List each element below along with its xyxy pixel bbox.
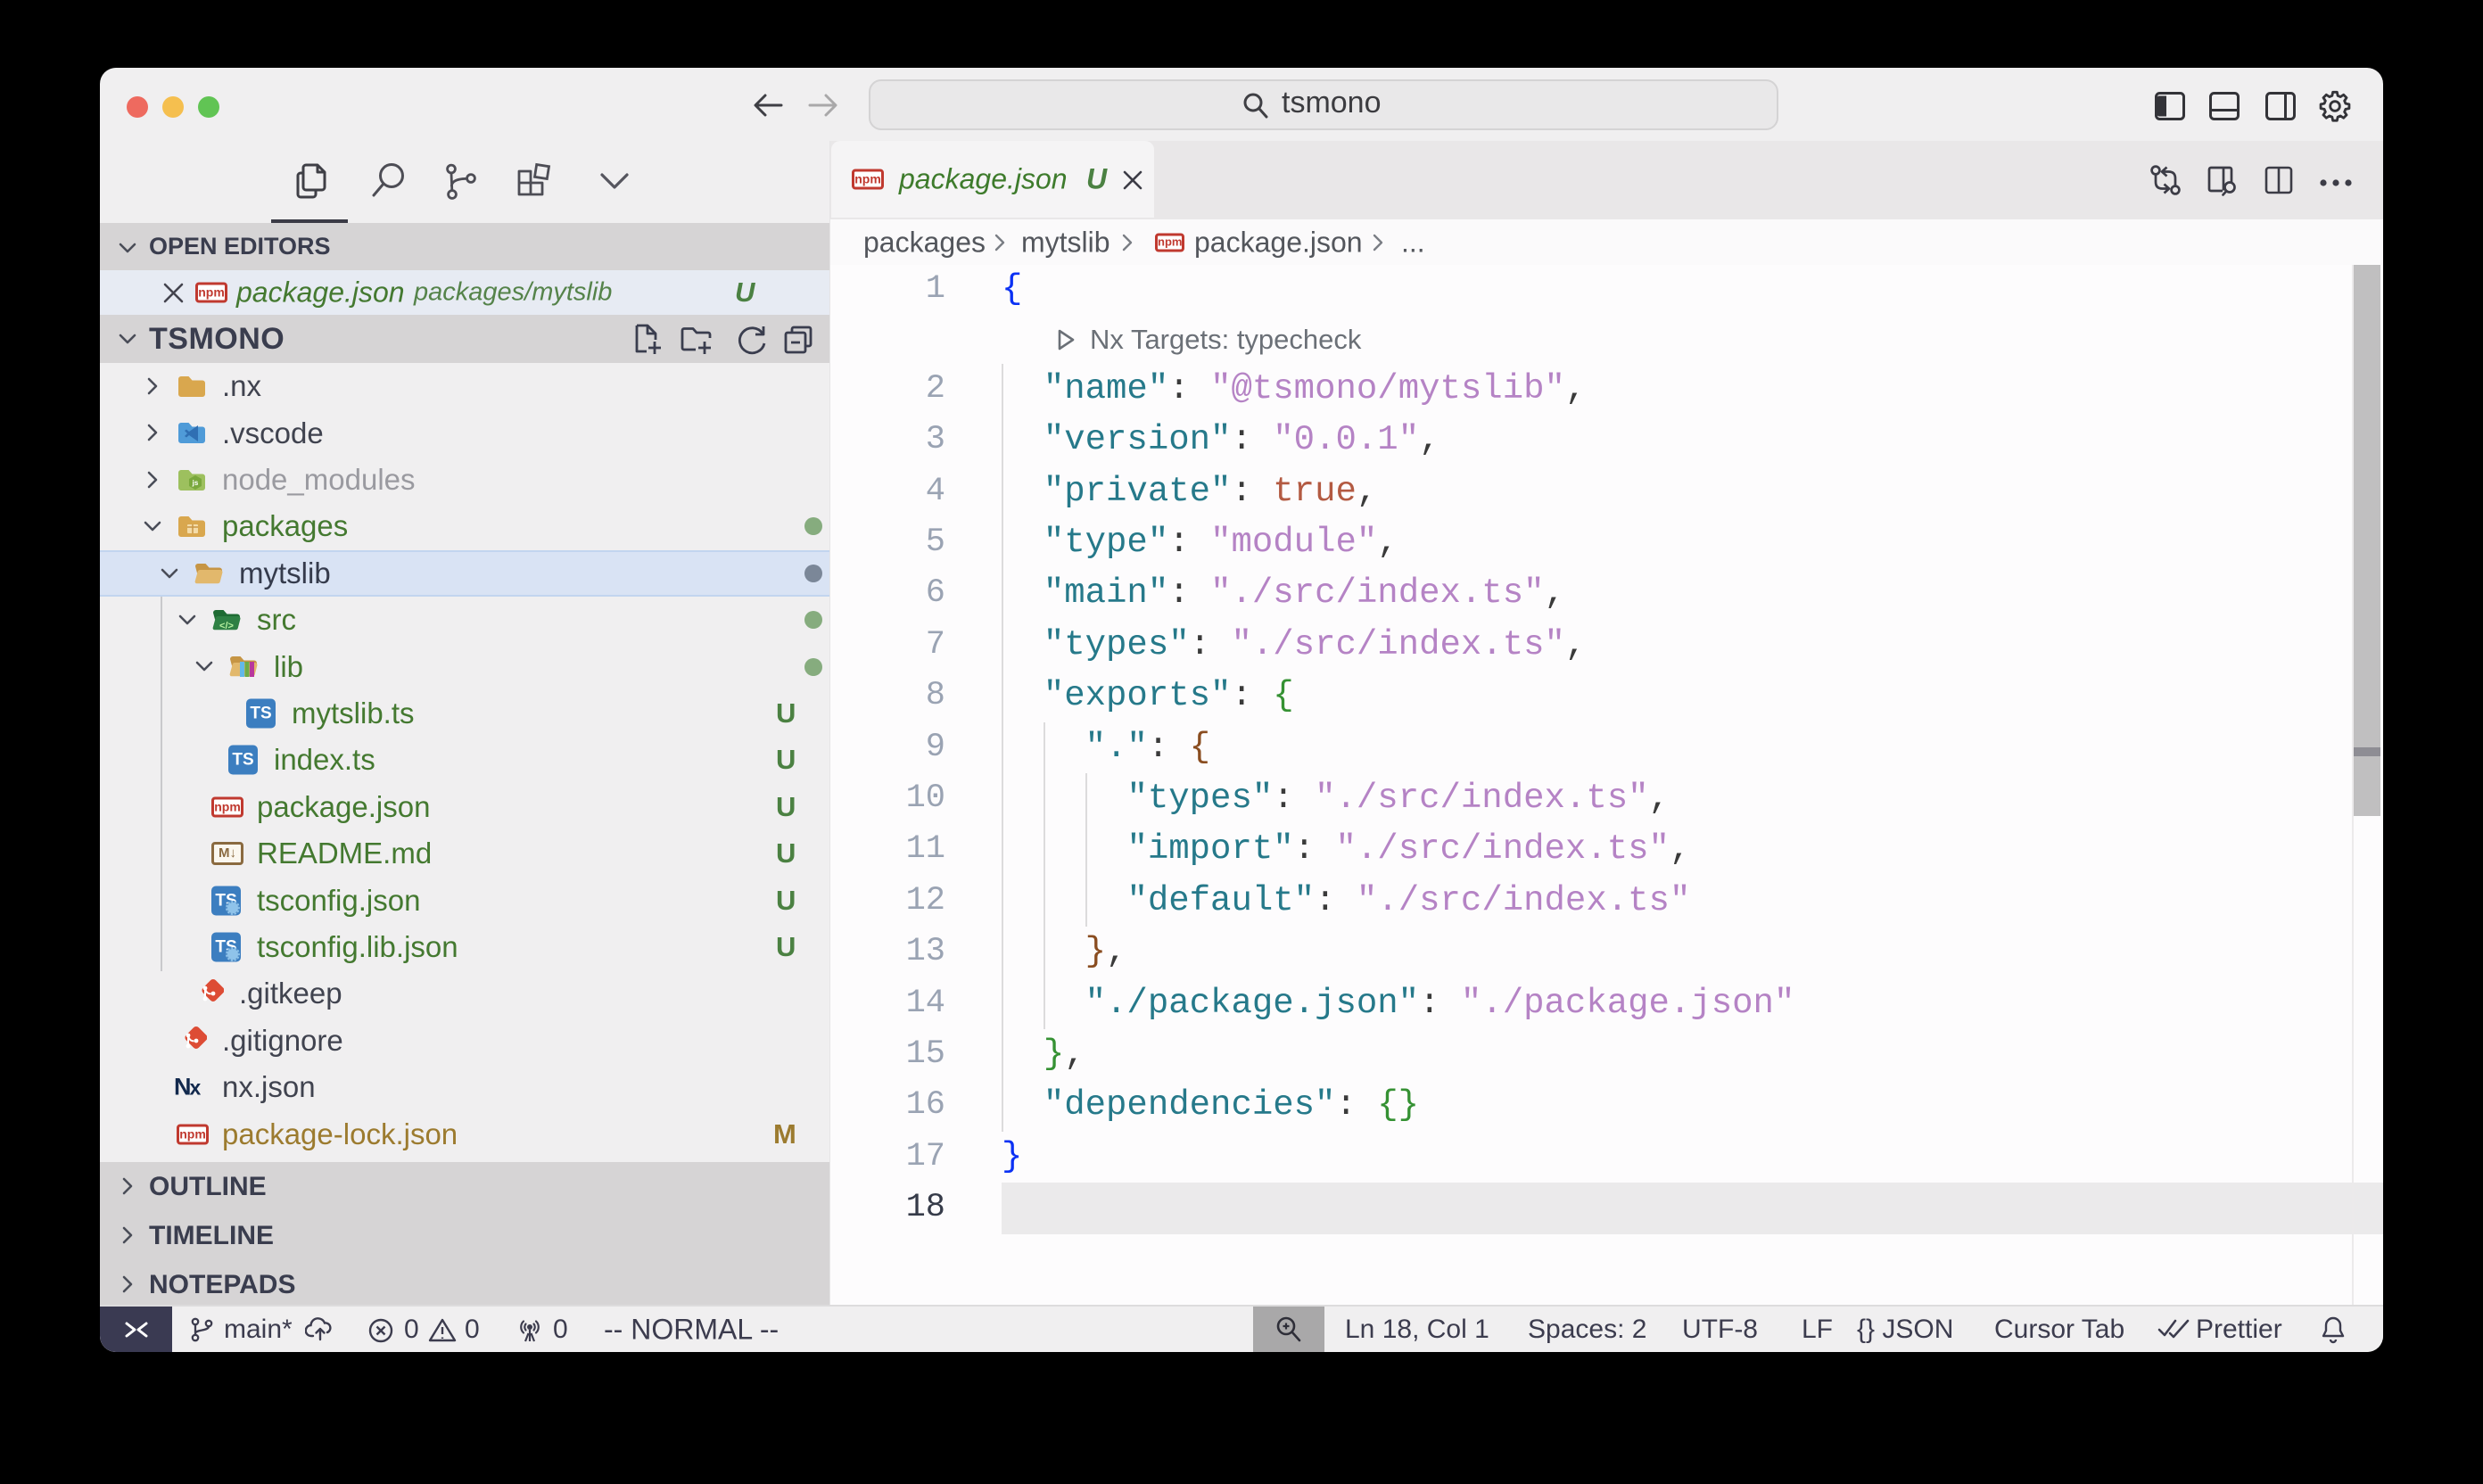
svg-text:js: js xyxy=(192,479,199,487)
svg-text:</>: </> xyxy=(219,621,234,631)
